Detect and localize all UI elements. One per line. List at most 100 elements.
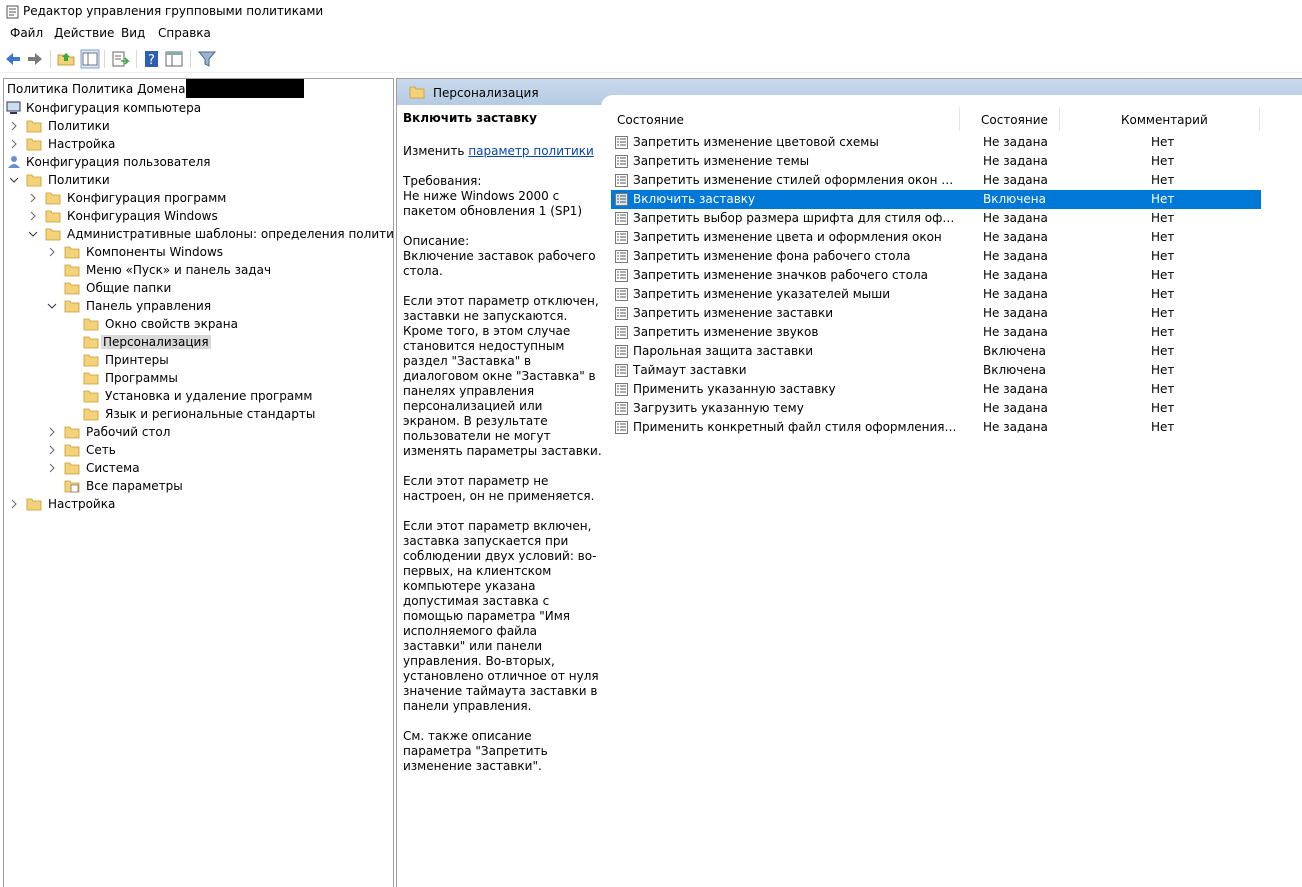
tree-item-system[interactable]: Система (46, 459, 142, 477)
tree-item-shared-folders[interactable]: Общие папки (46, 279, 173, 297)
tree-item-software-settings[interactable]: Конфигурация программ (27, 189, 228, 207)
tree-item-programs[interactable]: Программы (65, 369, 180, 387)
properties-panel-icon[interactable] (164, 49, 184, 69)
policy-row[interactable]: Запретить изменение цвета и оформления о… (611, 228, 1261, 247)
tree-item-preferences[interactable]: Настройка (8, 135, 117, 153)
chevron-right-icon[interactable] (9, 499, 19, 509)
policy-row[interactable]: Применить конкретный файл стиля оформлен… (611, 418, 1261, 437)
show-hide-tree-icon[interactable] (80, 49, 100, 69)
policy-comment: Нет (1151, 382, 1175, 396)
tree-item-all-settings[interactable]: Все параметры (46, 477, 185, 495)
folder-icon (64, 444, 80, 457)
column-divider[interactable] (959, 107, 960, 131)
chevron-right-icon[interactable] (47, 427, 57, 437)
policy-state: Включена (983, 192, 1046, 206)
column-header-setting[interactable]: Состояние (617, 110, 684, 130)
column-divider[interactable] (1059, 107, 1060, 131)
column-header-state[interactable]: Состояние (981, 110, 1048, 130)
tree-item-regional[interactable]: Язык и региональные стандарты (65, 405, 317, 423)
tree-root[interactable]: Политика Политика Домена (7, 79, 305, 98)
policy-row[interactable]: Запретить изменение звуков Не задана Нет (611, 323, 1261, 342)
policy-row[interactable]: Включить заставку Включена Нет (611, 190, 1261, 209)
chevron-down-icon[interactable] (28, 229, 38, 239)
toolbar-separator (136, 50, 137, 68)
menu-help[interactable]: Справка (158, 26, 211, 40)
tree-item-printers[interactable]: Принтеры (65, 351, 171, 369)
chevron-right-icon[interactable] (47, 247, 57, 257)
chevron-right-icon[interactable] (28, 193, 38, 203)
tree-item-admin-templates[interactable]: Административные шаблоны: определения по… (27, 225, 393, 243)
tree-item-user-preferences[interactable]: Настройка (8, 495, 117, 513)
tree-item-user-config[interactable]: Конфигурация пользователя (6, 153, 212, 171)
tree-item-personalization[interactable]: Персонализация (65, 333, 211, 351)
tree-item-label: Все параметры (86, 479, 183, 493)
menu-action[interactable]: Действие (54, 26, 114, 40)
policy-row[interactable]: Парольная защита заставки Включена Нет (611, 342, 1261, 361)
tree-item-label: Система (86, 461, 140, 475)
policy-comment: Нет (1151, 192, 1175, 206)
policy-row[interactable]: Запретить изменение заставки Не задана Нет (611, 304, 1261, 323)
back-arrow-icon[interactable] (3, 49, 23, 69)
policy-name: Запретить изменение указателей мыши (633, 287, 891, 301)
policy-setting-icon (615, 345, 628, 358)
tree-item-windows-settings[interactable]: Конфигурация Windows (27, 207, 220, 225)
chevron-down-icon[interactable] (47, 301, 57, 311)
chevron-right-icon[interactable] (47, 463, 57, 473)
help-icon[interactable]: ? (142, 49, 162, 69)
policy-setting-icon (615, 421, 628, 434)
tree-item-policies[interactable]: Политики (8, 117, 112, 135)
menu-view[interactable]: Вид (121, 26, 145, 40)
menu-file[interactable]: Файл (10, 26, 43, 40)
tree-item-label: Программы (105, 371, 178, 385)
filter-icon[interactable] (197, 49, 217, 69)
folder-icon (45, 228, 61, 241)
chevron-down-icon[interactable] (9, 175, 19, 185)
policy-name: Применить конкретный файл стиля оформлен… (633, 420, 959, 434)
folder-icon (26, 174, 42, 187)
tree-item-add-remove-programs[interactable]: Установка и удаление программ (65, 387, 314, 405)
policy-row[interactable]: Запретить изменение темы Не задана Нет (611, 152, 1261, 171)
folder-icon (26, 138, 42, 151)
policy-row[interactable]: Запретить выбор размера шрифта для стиля… (611, 209, 1261, 228)
tree-item-desktop[interactable]: Рабочий стол (46, 423, 172, 441)
policy-row[interactable]: Применить указанную заставку Не задана Нет (611, 380, 1261, 399)
tree-item-user-policies[interactable]: Политики (8, 171, 112, 189)
all-settings-icon (64, 480, 80, 493)
policy-comment: Нет (1151, 344, 1175, 358)
policy-state: Не задана (983, 173, 1048, 187)
tree-item-computer-config[interactable]: Конфигурация компьютера (6, 99, 203, 117)
menu-bar: Файл Действие Вид Справка (0, 24, 1302, 44)
chevron-right-icon[interactable] (9, 121, 19, 131)
folder-icon (64, 264, 80, 277)
forward-arrow-icon[interactable] (25, 49, 45, 69)
policy-row[interactable]: Запретить изменение цветовой схемы Не зад… (611, 133, 1261, 152)
toolbar: ? (0, 46, 1302, 73)
column-divider[interactable] (1259, 107, 1260, 131)
policy-name: Таймаут заставки (633, 363, 747, 377)
policy-comment: Нет (1151, 325, 1175, 339)
tree-item-control-panel[interactable]: Панель управления (46, 297, 213, 315)
policy-row[interactable]: Запретить изменение стилей оформления ок… (611, 171, 1261, 190)
policy-row[interactable]: Запретить изменение фона рабочего стола Н… (611, 247, 1261, 266)
up-folder-icon[interactable] (56, 49, 76, 69)
edit-policy-link[interactable]: параметр политики (468, 144, 594, 158)
description-paragraph: Если этот параметр не настроен, он не пр… (403, 474, 595, 503)
console-tree[interactable]: Политика Политика Домена Конфигурация ко… (3, 78, 394, 887)
policy-row[interactable]: Запретить изменение значков рабочего сто… (611, 266, 1261, 285)
chevron-right-icon[interactable] (9, 139, 19, 149)
column-header-comment[interactable]: Комментарий (1121, 110, 1208, 130)
policy-row[interactable]: Загрузить указанную тему Не задана Нет (611, 399, 1261, 418)
policy-row[interactable]: Таймаут заставки Включена Нет (611, 361, 1261, 380)
tree-item-network[interactable]: Сеть (46, 441, 118, 459)
tree-item-display[interactable]: Окно свойств экрана (65, 315, 240, 333)
tree-item-start-menu[interactable]: Меню «Пуск» и панель задач (46, 261, 273, 279)
chevron-right-icon[interactable] (28, 211, 38, 221)
tree-item-windows-components[interactable]: Компоненты Windows (46, 243, 225, 261)
policy-state: Не задана (983, 382, 1048, 396)
tree-item-label: Установка и удаление программ (105, 389, 313, 403)
policy-row[interactable]: Запретить изменение указателей мыши Не за… (611, 285, 1261, 304)
export-list-icon[interactable] (110, 49, 130, 69)
policy-setting-icon (615, 383, 628, 396)
chevron-right-icon[interactable] (47, 445, 57, 455)
tree-item-label: Конфигурация программ (67, 191, 227, 205)
